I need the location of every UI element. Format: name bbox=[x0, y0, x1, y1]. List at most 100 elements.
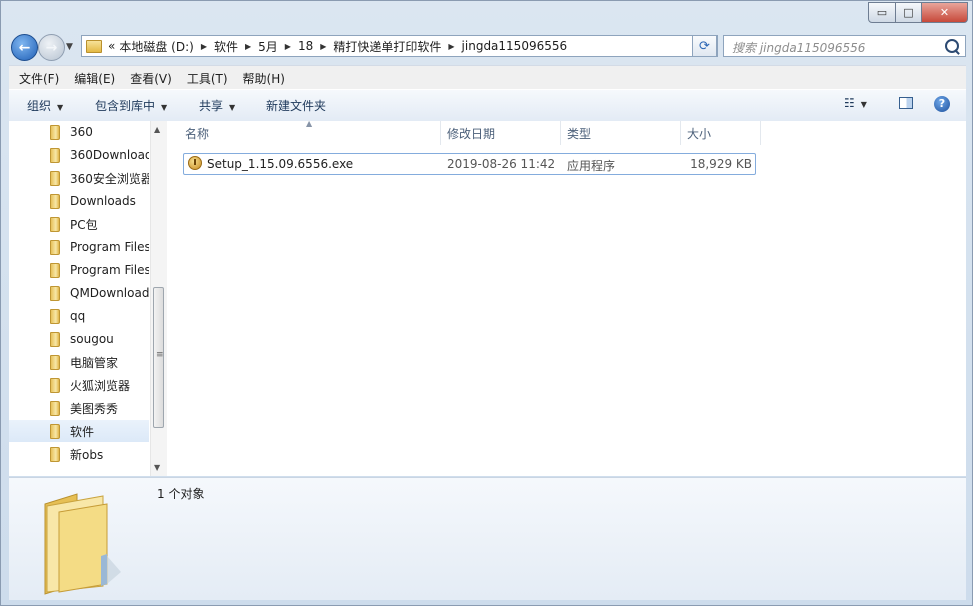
include-in-library-button[interactable]: 包含到库中 ▼ bbox=[95, 97, 167, 114]
file-type: 应用程序 bbox=[567, 159, 616, 173]
command-bar: 组织 ▼ 包含到库中 ▼ 共享 ▼ 新建文件夹 ☷ ▼ ? bbox=[9, 89, 966, 122]
menu-file[interactable]: 文件(F) bbox=[14, 70, 64, 87]
help-button[interactable]: ? bbox=[934, 96, 950, 112]
menu-view[interactable]: 查看(V) bbox=[125, 70, 177, 87]
nav-item-selected[interactable]: 软件 bbox=[9, 420, 149, 442]
folder-icon bbox=[50, 354, 60, 370]
preview-pane-button[interactable] bbox=[899, 97, 913, 112]
nav-item-label: 美图秀秀 bbox=[70, 401, 119, 416]
close-button[interactable]: ✕ bbox=[922, 2, 968, 23]
breadcrumb-software[interactable]: 软件 bbox=[214, 38, 238, 55]
breadcrumb-jingda-app[interactable]: 精打快递单打印软件 bbox=[333, 38, 441, 55]
nav-item-label: 360Download bbox=[70, 148, 149, 162]
search-box[interactable]: 搜索 jingda115096556 bbox=[723, 35, 966, 57]
item-count: 1 个对象 bbox=[157, 487, 205, 501]
folder-icon bbox=[50, 170, 60, 186]
forward-button[interactable]: → bbox=[38, 34, 65, 61]
nav-item[interactable]: Downloads bbox=[9, 190, 149, 212]
breadcrumb-separator-icon[interactable]: ▶ bbox=[448, 42, 454, 51]
nav-item-label: PC包 bbox=[70, 217, 98, 232]
back-button[interactable]: ← bbox=[11, 34, 38, 61]
menu-tools[interactable]: 工具(T) bbox=[182, 70, 233, 87]
search-placeholder: 搜索 jingda115096556 bbox=[732, 41, 866, 55]
nav-item[interactable]: Program Files bbox=[9, 259, 149, 281]
file-row[interactable]: Setup_1.15.09.6556.exe 2019-08-26 11:42 … bbox=[183, 153, 756, 175]
file-date: 2019-08-26 11:42 bbox=[447, 157, 556, 171]
folder-icon bbox=[50, 285, 60, 301]
nav-item-label: qq bbox=[70, 309, 86, 323]
nav-item-label: Program Files bbox=[70, 263, 149, 277]
breadcrumb-separator-icon[interactable]: ▶ bbox=[245, 42, 251, 51]
organize-button[interactable]: 组织 ▼ bbox=[27, 97, 63, 114]
breadcrumb-may[interactable]: 5月 bbox=[258, 38, 278, 55]
recent-pages-dropdown[interactable]: ▼ bbox=[66, 42, 73, 52]
menu-edit[interactable]: 编辑(E) bbox=[69, 70, 120, 87]
folder-icon bbox=[50, 446, 60, 462]
nav-item-label: 电脑管家 bbox=[70, 355, 119, 370]
details-pane: 1 个对象 bbox=[9, 477, 966, 600]
breadcrumb-current[interactable]: jingda115096556 bbox=[462, 39, 568, 53]
maximize-button[interactable]: □ bbox=[896, 2, 922, 23]
nav-item[interactable]: 360安全浏览器 bbox=[9, 167, 149, 189]
breadcrumb-separator-icon[interactable]: ▶ bbox=[285, 42, 291, 51]
scrollbar-thumb[interactable]: ≡ bbox=[153, 287, 164, 428]
nav-item[interactable]: 电脑管家 bbox=[9, 351, 149, 373]
refresh-button[interactable]: ⟳ bbox=[692, 35, 717, 57]
nav-item[interactable]: 360Download bbox=[9, 144, 149, 166]
breadcrumb: « 本地磁盘 (D:) ▶ 软件 ▶ 5月 ▶ 18 ▶ 精打快递单打印软件 ▶… bbox=[108, 38, 571, 55]
column-header-date[interactable]: 修改日期 bbox=[441, 121, 561, 145]
scroll-up-icon[interactable]: ▲ bbox=[154, 125, 160, 134]
nav-item[interactable]: 新obs bbox=[9, 443, 149, 465]
folder-icon bbox=[50, 423, 60, 439]
nav-item[interactable]: PC包 bbox=[9, 213, 149, 235]
include-label: 包含到库中 bbox=[95, 99, 156, 113]
folder-icon bbox=[50, 216, 60, 232]
nav-item-label: 新obs bbox=[70, 447, 104, 462]
file-name: Setup_1.15.09.6556.exe bbox=[207, 157, 354, 171]
organize-label: 组织 bbox=[27, 99, 52, 113]
chevron-down-icon: ▼ bbox=[161, 103, 168, 112]
folder-icon bbox=[50, 193, 60, 209]
refresh-icon: ⟳ bbox=[699, 38, 710, 54]
folder-icon bbox=[50, 239, 60, 255]
folder-icon bbox=[50, 124, 60, 140]
nav-item-label: 火狐浏览器 bbox=[70, 378, 131, 393]
share-button[interactable]: 共享 ▼ bbox=[199, 97, 235, 114]
close-icon: ✕ bbox=[939, 6, 950, 19]
breadcrumb-overflow[interactable]: « bbox=[108, 39, 115, 53]
minimize-button[interactable]: ▭ bbox=[868, 2, 896, 23]
new-folder-button[interactable]: 新建文件夹 bbox=[266, 97, 326, 114]
address-bar[interactable]: « 本地磁盘 (D:) ▶ 软件 ▶ 5月 ▶ 18 ▶ 精打快递单打印软件 ▶… bbox=[81, 35, 718, 57]
breadcrumb-drive[interactable]: 本地磁盘 (D:) bbox=[119, 38, 193, 55]
breadcrumb-separator-icon[interactable]: ▶ bbox=[320, 42, 326, 51]
nav-scrollbar[interactable]: ▲ ≡ ▼ bbox=[150, 121, 167, 476]
search-icon[interactable] bbox=[945, 39, 959, 53]
nav-item-label: sougou bbox=[70, 332, 114, 346]
column-header-type[interactable]: 类型 bbox=[561, 121, 681, 145]
menu-help[interactable]: 帮助(H) bbox=[238, 70, 290, 87]
folder-icon bbox=[50, 308, 60, 324]
nav-item[interactable]: sougou bbox=[9, 328, 149, 350]
scroll-down-icon[interactable]: ▼ bbox=[154, 463, 160, 472]
breadcrumb-18[interactable]: 18 bbox=[298, 39, 313, 53]
nav-item[interactable]: Program Files bbox=[9, 236, 149, 258]
view-details-icon: ☷ bbox=[844, 96, 855, 110]
nav-item-label: 软件 bbox=[70, 424, 95, 439]
folder-icon bbox=[50, 377, 60, 393]
chevron-down-icon: ▼ bbox=[57, 103, 64, 112]
folder-icon bbox=[50, 147, 60, 163]
large-folder-icon bbox=[44, 493, 121, 595]
nav-item-label: QMDownload bbox=[70, 286, 149, 300]
column-header-size[interactable]: 大小 bbox=[681, 121, 761, 145]
nav-item[interactable]: 火狐浏览器 bbox=[9, 374, 149, 396]
column-header-name[interactable]: 名称 bbox=[179, 121, 441, 145]
minimize-icon: ▭ bbox=[876, 6, 888, 19]
address-row: ← → ▼ « 本地磁盘 (D:) ▶ 软件 ▶ 5月 ▶ 18 ▶ 精打快递单… bbox=[9, 34, 966, 61]
nav-item[interactable]: 360 bbox=[9, 121, 149, 143]
nav-item[interactable]: QMDownload bbox=[9, 282, 149, 304]
breadcrumb-separator-icon[interactable]: ▶ bbox=[201, 42, 207, 51]
change-view-button[interactable]: ☷ ▼ bbox=[844, 96, 867, 110]
nav-item[interactable]: qq bbox=[9, 305, 149, 327]
nav-item[interactable]: 美图秀秀 bbox=[9, 397, 149, 419]
explorer-window: ▭ □ ✕ ← → ▼ « 本地磁盘 (D:) ▶ 软件 ▶ 5月 ▶ 18 ▶… bbox=[0, 0, 973, 606]
